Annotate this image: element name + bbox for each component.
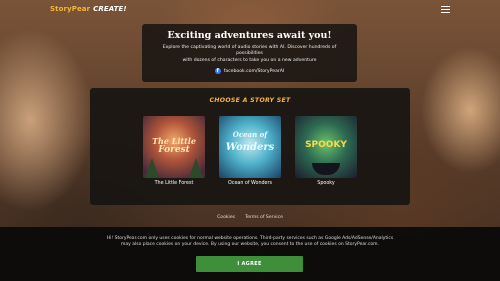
hero-title: Exciting adventures await you! bbox=[167, 30, 332, 41]
cookie-text: Hi! StoryPear.com only uses cookies for … bbox=[0, 227, 500, 248]
cover-text-line1: Ocean of bbox=[232, 130, 268, 139]
hero-description: Explore the captivating world of audio s… bbox=[142, 45, 357, 64]
story-card-title[interactable]: Spooky bbox=[295, 181, 357, 186]
logo[interactable]: StoryPear CREATE! bbox=[50, 5, 127, 13]
story-card-title[interactable]: Ocean of Wonders bbox=[219, 181, 281, 186]
cover-text-line2: Forest bbox=[158, 145, 190, 155]
story-cover-little-forest[interactable]: The Little Forest bbox=[143, 116, 205, 178]
facebook-link-text[interactable]: facebook.com/StoryPearAI bbox=[224, 69, 285, 74]
story-card-little-forest[interactable]: The Little Forest The Little Forest bbox=[143, 116, 205, 186]
story-card-ocean-of-wonders[interactable]: Ocean of Wonders Ocean of Wonders bbox=[219, 116, 281, 186]
story-cover-ocean-of-wonders[interactable]: Ocean of Wonders bbox=[219, 116, 281, 178]
hero-description-line1: Explore the captivating world of audio s… bbox=[162, 45, 337, 57]
story-set-heading: CHOOSE A STORY SET bbox=[209, 97, 291, 104]
terms-of-service-link[interactable]: Terms of Service bbox=[245, 215, 283, 220]
cookie-banner: Hi! StoryPear.com only uses cookies for … bbox=[0, 227, 500, 281]
facebook-icon: f bbox=[214, 67, 221, 75]
story-set-panel: CHOOSE A STORY SET The Little Forest The… bbox=[90, 88, 410, 205]
cookie-text-line2: may also place cookies on your device. B… bbox=[120, 242, 380, 248]
logo-brand: StoryPear bbox=[50, 5, 91, 13]
cover-text-line1: SPOOKY bbox=[305, 140, 347, 150]
hero-description-line2: with dozens of characters to take you on… bbox=[182, 57, 317, 63]
tree-icon bbox=[189, 158, 203, 178]
cover-text-line2: Wonders bbox=[225, 142, 275, 153]
top-bar: StoryPear CREATE! bbox=[0, 0, 500, 18]
tree-icon bbox=[145, 158, 159, 178]
hero-panel: Exciting adventures await you! Explore t… bbox=[142, 24, 357, 82]
story-card-spooky[interactable]: SPOOKY Spooky bbox=[295, 116, 357, 186]
facebook-link[interactable]: f facebook.com/StoryPearAI bbox=[142, 67, 357, 75]
footer-links: Cookies Terms of Service bbox=[0, 215, 500, 220]
agree-button[interactable]: I AGREE bbox=[196, 256, 303, 272]
logo-create: CREATE! bbox=[93, 5, 127, 13]
story-card-title[interactable]: The Little Forest bbox=[143, 181, 205, 186]
cookie-text-line1: Hi! StoryPear.com only uses cookies for … bbox=[106, 236, 394, 241]
cauldron-icon bbox=[312, 163, 340, 175]
story-cover-spooky[interactable]: SPOOKY bbox=[295, 116, 357, 178]
hamburger-menu-icon[interactable] bbox=[441, 5, 450, 13]
cookies-link[interactable]: Cookies bbox=[217, 215, 235, 220]
